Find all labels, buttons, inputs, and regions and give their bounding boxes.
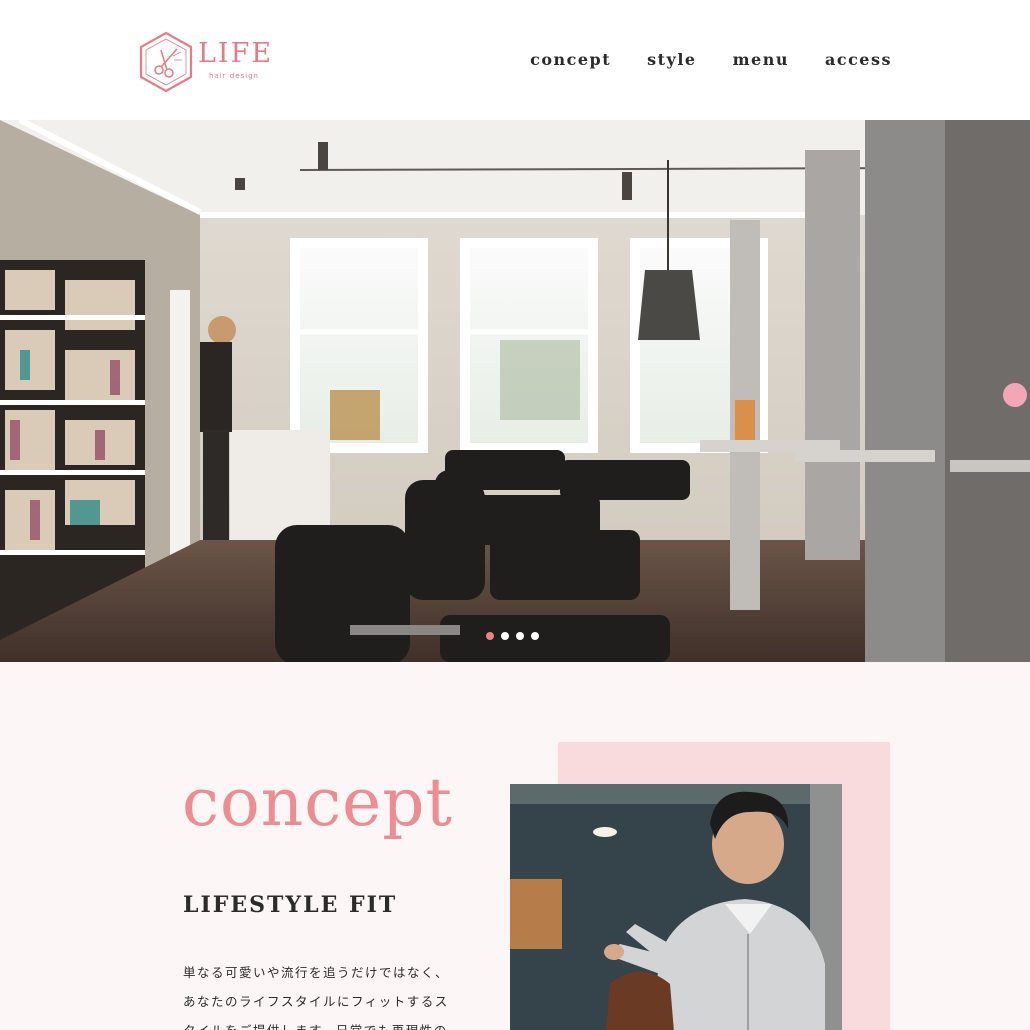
scissors-hexagon-icon xyxy=(139,31,193,93)
logo-word: LIFE xyxy=(198,38,274,69)
concept-subheading: LIFESTYLE FIT xyxy=(183,892,398,918)
hero-slider xyxy=(0,120,1030,662)
concept-heading: concept xyxy=(182,764,453,841)
stylist-photo xyxy=(510,784,842,1030)
slider-dot-1[interactable] xyxy=(486,632,494,640)
nav-access[interactable]: access xyxy=(825,50,892,69)
slider-dot-3[interactable] xyxy=(516,632,524,640)
logo-tagline: hair design xyxy=(209,72,259,80)
concept-section: concept LIFESTYLE FIT 単なる可愛いや流行を追うだけではなく… xyxy=(0,662,1030,1030)
nav-concept[interactable]: concept xyxy=(530,50,611,69)
site-logo[interactable]: LIFE hair design xyxy=(135,30,275,94)
hero-image xyxy=(0,120,1030,662)
site-header: LIFE hair design concept style menu acce… xyxy=(0,0,1030,120)
nav-style[interactable]: style xyxy=(647,50,696,69)
slider-dot-2[interactable] xyxy=(501,632,509,640)
slider-dots xyxy=(486,632,539,640)
main-nav: concept style menu access xyxy=(530,50,892,69)
nav-menu[interactable]: menu xyxy=(733,50,789,69)
concept-body-text: 単なる可愛いや流行を追うだけではなく、あなたのライフスタイルにフィットするスタイ… xyxy=(183,965,450,1030)
slider-dot-4[interactable] xyxy=(531,632,539,640)
